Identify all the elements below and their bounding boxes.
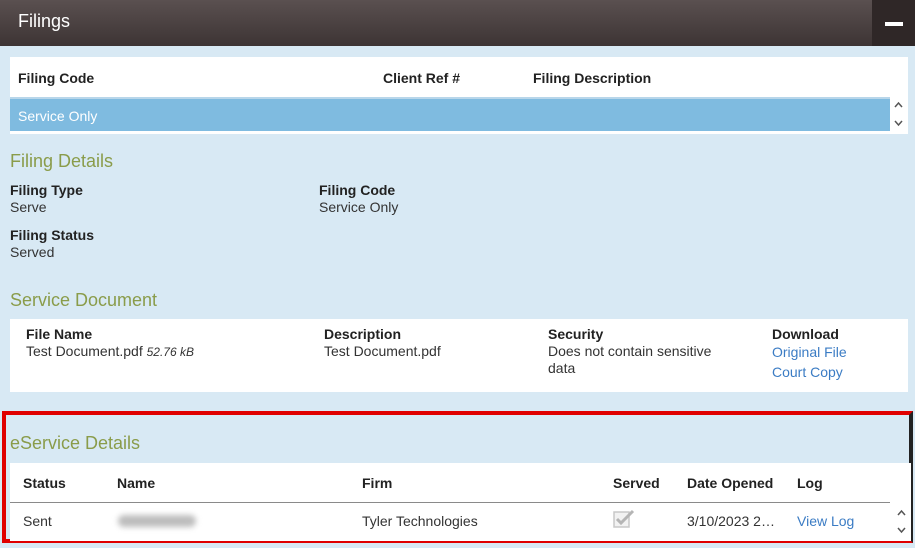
- file-name: Test Document.pdf: [26, 343, 143, 359]
- column-header-log[interactable]: Log: [797, 475, 823, 491]
- filings-table: Filing Code Client Ref # Filing Descript…: [10, 57, 908, 134]
- filing-type-value: Serve: [10, 199, 47, 215]
- scrollbar[interactable]: [893, 503, 911, 539]
- column-header-status[interactable]: Status: [23, 475, 66, 491]
- court-copy-link[interactable]: Court Copy: [772, 364, 843, 380]
- view-log-link[interactable]: View Log: [797, 513, 854, 529]
- filing-code-label: Filing Code: [319, 182, 396, 198]
- firm-cell: Tyler Technologies: [362, 513, 478, 529]
- security-value-line2: data: [548, 360, 576, 376]
- panel-header: Filings: [0, 0, 915, 46]
- served-checkbox-icon: [613, 509, 635, 528]
- filing-code-cell: Service Only: [18, 108, 98, 124]
- service-document-title: Service Document: [10, 290, 158, 310]
- column-header-name[interactable]: Name: [117, 475, 155, 491]
- status-cell: Sent: [23, 513, 52, 529]
- chevron-down-icon[interactable]: [897, 525, 906, 534]
- minus-icon: [885, 22, 903, 26]
- filing-status-value: Served: [10, 244, 55, 260]
- chevron-up-icon[interactable]: [894, 101, 903, 110]
- column-header-filing-description[interactable]: Filing Description: [533, 70, 651, 86]
- filing-code-value: Service Only: [319, 199, 399, 215]
- panel-title: Filings: [18, 11, 71, 31]
- description-value: Test Document.pdf: [324, 343, 441, 359]
- file-name-header: File Name: [26, 326, 93, 342]
- description-header: Description: [324, 326, 402, 342]
- table-row[interactable]: Service Only: [10, 97, 890, 131]
- column-header-firm[interactable]: Firm: [362, 475, 392, 491]
- original-file-link[interactable]: Original File: [772, 344, 847, 360]
- filing-details-title: Filing Details: [10, 151, 114, 171]
- eservice-details-title: eService Details: [10, 433, 141, 453]
- redacted-name: [118, 515, 196, 527]
- chevron-down-icon[interactable]: [894, 118, 903, 127]
- security-value-line1: Does not contain sensitive: [548, 343, 712, 359]
- column-header-client-ref[interactable]: Client Ref #: [383, 70, 460, 86]
- column-header-filing-code[interactable]: Filing Code: [18, 70, 94, 86]
- security-header: Security: [548, 326, 604, 342]
- scrollbar[interactable]: [890, 97, 908, 131]
- filing-status-label: Filing Status: [10, 227, 94, 243]
- column-header-served[interactable]: Served: [613, 475, 660, 491]
- file-size: 52.76 kB: [146, 345, 194, 359]
- chevron-up-icon[interactable]: [897, 509, 906, 518]
- date-opened-cell: 3/10/2023 2…: [687, 513, 775, 529]
- service-document-box: File Name Test Document.pdf 52.76 kB Des…: [10, 319, 908, 392]
- filing-type-label: Filing Type: [10, 182, 83, 198]
- file-name-cell: Test Document.pdf 52.76 kB: [26, 343, 194, 359]
- column-header-date-opened[interactable]: Date Opened: [687, 475, 773, 491]
- collapse-button[interactable]: [872, 0, 915, 46]
- download-header: Download: [772, 326, 839, 342]
- eservice-details-panel: eService Details Status Name Firm Served…: [2, 411, 913, 543]
- eservice-table: Status Name Firm Served Date Opened Log …: [10, 463, 911, 541]
- header-divider: [10, 502, 890, 503]
